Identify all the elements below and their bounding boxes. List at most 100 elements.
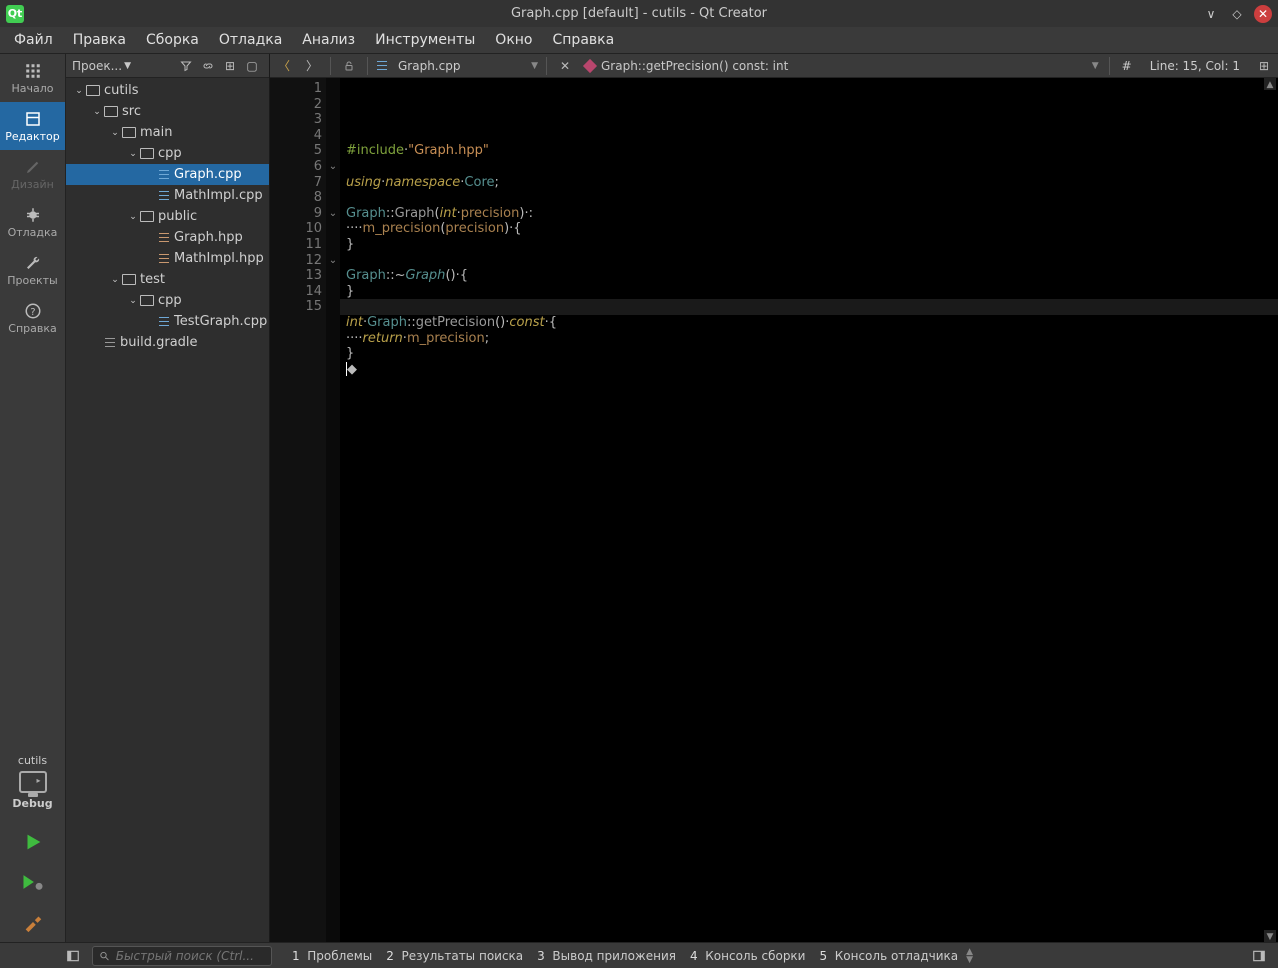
output-pane-Проблемы[interactable]: 1 Проблемы — [292, 949, 372, 963]
menu-help[interactable]: Справка — [543, 28, 625, 52]
close-button[interactable]: ✕ — [1254, 5, 1272, 23]
mode-label: Справка — [8, 322, 56, 335]
mode-label: Отладка — [8, 226, 58, 239]
locator-search[interactable] — [92, 946, 272, 966]
twisty-icon[interactable]: ⌄ — [126, 296, 140, 306]
output-pane-Результаты поиска[interactable]: 2 Результаты поиска — [386, 949, 523, 963]
open-file-name: Graph.cpp — [398, 59, 460, 73]
tree-item-TestGraph-cpp[interactable]: TestGraph.cpp — [66, 311, 269, 332]
fold-marker — [326, 97, 340, 113]
link-icon — [202, 60, 214, 72]
menu-analyze[interactable]: Анализ — [292, 28, 365, 52]
split-editor-button[interactable]: ⊞ — [1250, 55, 1278, 77]
folder-icon — [122, 274, 136, 285]
twisty-icon[interactable]: ⌄ — [90, 107, 104, 117]
bug-icon — [24, 206, 42, 224]
split-button[interactable]: ⊞ — [219, 56, 241, 76]
run-button[interactable] — [0, 822, 65, 862]
line-number-gutter[interactable]: 123456789101112131415 — [270, 78, 326, 942]
qt-logo-icon: Qt — [6, 5, 24, 23]
fold-marker[interactable]: ⌄ — [326, 159, 340, 175]
line-col-indicator[interactable]: Line: 15, Col: 1 — [1140, 59, 1250, 73]
twisty-icon[interactable]: ⌄ — [72, 86, 86, 96]
symbol-dropdown-icon[interactable]: ▼ — [1092, 61, 1099, 71]
menu-edit[interactable]: Правка — [63, 28, 136, 52]
tree-item-label: main — [140, 125, 172, 140]
filter-button[interactable] — [175, 56, 197, 76]
file-dropdown-icon[interactable]: ▼ — [531, 61, 538, 71]
link-button[interactable] — [197, 56, 219, 76]
menu-window[interactable]: Окно — [485, 28, 542, 52]
fold-column[interactable]: ⌄ ⌄ ⌄ — [326, 78, 340, 942]
tree-item-cpp[interactable]: ⌄cpp — [66, 290, 269, 311]
tree-item-MathImpl-hpp[interactable]: MathImpl.hpp — [66, 248, 269, 269]
output-pane-Вывод приложения[interactable]: 3 Вывод приложения — [537, 949, 676, 963]
output-pane-Консоль сборки[interactable]: 4 Консоль сборки — [690, 949, 805, 963]
close-pane-button[interactable]: ▢ — [241, 56, 263, 76]
nav-forward-button[interactable]: 〉 — [298, 55, 326, 77]
mode-label: Дизайн — [11, 178, 54, 191]
scroll-down-icon[interactable]: ▼ — [1264, 930, 1276, 942]
pound-label: # — [1114, 59, 1140, 73]
mode-help[interactable]: ? Справка — [0, 294, 65, 342]
folder-icon — [140, 148, 154, 159]
toggle-left-sidebar-button[interactable] — [60, 945, 86, 967]
hammer-icon — [22, 911, 44, 933]
output-pane-Консоль отладчика[interactable]: 5 Консоль отладчика — [819, 949, 958, 963]
open-file-tab[interactable]: Graph.cpp ▼ — [372, 59, 542, 73]
menu-tools[interactable]: Инструменты — [365, 28, 485, 52]
fold-marker[interactable]: ⌄ — [326, 253, 340, 269]
tree-item-build-gradle[interactable]: build.gradle — [66, 332, 269, 353]
menu-build[interactable]: Сборка — [136, 28, 209, 52]
tree-item-label: Graph.hpp — [174, 230, 243, 245]
mode-welcome[interactable]: Начало — [0, 54, 65, 102]
toggle-right-sidebar-button[interactable] — [1246, 945, 1272, 967]
fold-marker[interactable]: ⌄ — [326, 206, 340, 222]
statusbar: 1 Проблемы 2 Результаты поиска 3 Вывод при… — [0, 942, 1278, 968]
twisty-icon[interactable]: ⌄ — [126, 149, 140, 159]
project-tree[interactable]: ⌄cutils⌄src⌄main⌄cppGraph.cppMathImpl.cp… — [66, 78, 269, 942]
tree-item-public[interactable]: ⌄public — [66, 206, 269, 227]
locator-input[interactable] — [116, 949, 265, 963]
build-button[interactable] — [0, 902, 65, 942]
twisty-icon[interactable]: ⌄ — [108, 275, 122, 285]
cpp-file-icon — [158, 315, 170, 329]
mode-debug[interactable]: Отладка — [0, 198, 65, 246]
tree-item-cutils[interactable]: ⌄cutils — [66, 80, 269, 101]
minimize-button[interactable]: ∨ — [1202, 5, 1220, 23]
run-debug-button[interactable] — [0, 862, 65, 902]
tree-item-main[interactable]: ⌄ main — [66, 122, 269, 143]
fold-marker — [326, 128, 340, 144]
code-editor[interactable]: ▲ ▼ #include·"Graph.hpp"using·namespace·… — [340, 78, 1278, 942]
twisty-icon[interactable]: ⌄ — [126, 212, 140, 222]
folder-icon — [104, 106, 118, 117]
menu-file[interactable]: Файл — [4, 28, 63, 52]
tree-item-cpp[interactable]: ⌄ cpp — [66, 143, 269, 164]
tree-item-Graph-cpp[interactable]: Graph.cpp — [66, 164, 269, 185]
tree-item-src[interactable]: ⌄src — [66, 101, 269, 122]
mode-selector: Начало Редактор Дизайн Отладка Проекты ?… — [0, 54, 66, 942]
cpp-file-icon — [158, 189, 170, 203]
window-title: Graph.cpp [default] - cutils - Qt Creato… — [511, 6, 767, 21]
mode-projects[interactable]: Проекты — [0, 246, 65, 294]
scroll-up-icon[interactable]: ▲ — [1264, 78, 1276, 90]
fold-marker — [326, 237, 340, 253]
mode-editor[interactable]: Редактор — [0, 102, 65, 150]
diamond-icon — [583, 58, 597, 72]
lock-button[interactable] — [335, 55, 363, 77]
tree-item-MathImpl-cpp[interactable]: MathImpl.cpp — [66, 185, 269, 206]
close-doc-button[interactable]: ✕ — [551, 55, 579, 77]
twisty-icon[interactable]: ⌄ — [108, 128, 122, 138]
maximize-button[interactable]: ◇ — [1228, 5, 1246, 23]
tree-item-label: cpp — [158, 146, 182, 161]
help-icon: ? — [24, 302, 42, 320]
sidebar-view-selector[interactable]: Проек... ▼ — [72, 59, 175, 73]
pane-spin[interactable]: ▲▼ — [966, 948, 973, 964]
nav-back-button[interactable]: 〈 — [270, 55, 298, 77]
target-selector[interactable]: cutils ▸ Debug — [0, 750, 65, 822]
tree-item-test[interactable]: ⌄test — [66, 269, 269, 290]
symbol-selector[interactable]: Graph::getPrecision() const: int ▼ — [579, 59, 1105, 73]
hpp-file-icon — [158, 252, 170, 266]
tree-item-Graph-hpp[interactable]: Graph.hpp — [66, 227, 269, 248]
menu-debug[interactable]: Отладка — [209, 28, 292, 52]
